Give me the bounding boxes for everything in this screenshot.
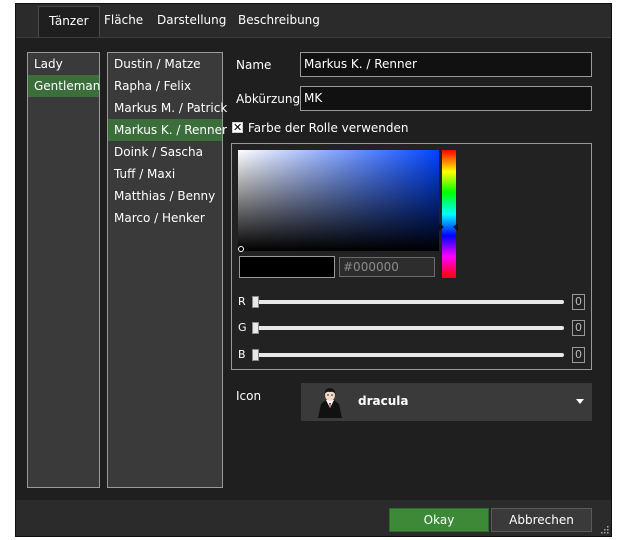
tab-flaeche[interactable]: Fläche [94, 6, 153, 37]
name-label: Name [236, 58, 272, 72]
dialog-window: Tänzer Fläche Darstellung Beschreibung L… [15, 3, 612, 537]
use-role-color-checkbox[interactable]: ✕ [232, 122, 243, 133]
red-slider-track[interactable] [252, 300, 564, 304]
saturation-value-marker[interactable] [238, 246, 244, 252]
dancer-item[interactable]: Rapha / Felix [108, 75, 222, 97]
hue-marker-right[interactable] [453, 223, 458, 231]
hue-slider[interactable] [442, 150, 456, 278]
green-slider-thumb[interactable] [252, 322, 259, 334]
green-value[interactable]: 0 [572, 320, 585, 336]
icon-value: dracula [358, 394, 409, 408]
okay-button[interactable]: Okay [389, 508, 489, 532]
abbreviation-field[interactable]: MK [300, 86, 592, 111]
dancer-item[interactable]: Matthias / Benny [108, 185, 222, 207]
color-preview [239, 256, 335, 278]
blue-label: B [238, 348, 246, 361]
resize-grip-icon[interactable] [599, 524, 609, 534]
saturation-value-area[interactable] [238, 150, 439, 252]
dancer-item[interactable]: Dustin / Matze [108, 53, 222, 75]
dracula-avatar-icon [318, 388, 342, 418]
icon-label: Icon [236, 389, 262, 403]
abbreviation-label: Abkürzung [236, 92, 301, 106]
tab-beschreibung[interactable]: Beschreibung [228, 6, 330, 37]
chevron-down-icon [576, 399, 584, 404]
role-item-gentleman[interactable]: Gentleman [28, 75, 100, 97]
tab-taenzer[interactable]: Tänzer [38, 6, 100, 37]
icon-dropdown[interactable]: dracula [301, 383, 592, 421]
name-field[interactable]: Markus K. / Renner [300, 52, 592, 77]
red-value[interactable]: 0 [572, 294, 585, 310]
tab-content: Lady Gentleman Dustin / Matze Rapha / Fe… [16, 37, 611, 501]
dancer-item-selected[interactable]: Markus K. / Renner [108, 119, 227, 141]
green-slider-track[interactable] [252, 326, 564, 330]
dancer-item[interactable]: Markus M. / Patrick [108, 97, 227, 119]
use-role-color-label: Farbe der Rolle verwenden [248, 121, 409, 135]
hue-marker-left[interactable] [439, 223, 444, 231]
blue-value[interactable]: 0 [572, 347, 585, 363]
red-slider-thumb[interactable] [252, 296, 259, 308]
dancer-item[interactable]: Doink / Sascha [108, 141, 222, 163]
red-label: R [238, 295, 246, 308]
green-label: G [238, 321, 247, 334]
tab-darstellung[interactable]: Darstellung [147, 6, 236, 37]
blue-slider-track[interactable] [252, 353, 564, 357]
hex-color-field[interactable]: #000000 [339, 257, 435, 277]
role-list[interactable]: Lady Gentleman [27, 52, 100, 488]
cancel-button[interactable]: Abbrechen [491, 508, 592, 532]
color-picker: #000000 R 0 G 0 B 0 [231, 143, 592, 370]
blue-slider-thumb[interactable] [252, 349, 259, 361]
role-item-lady[interactable]: Lady [28, 53, 99, 75]
dancer-item[interactable]: Tuff / Maxi [108, 163, 222, 185]
dancer-item[interactable]: Marco / Henker [108, 207, 222, 229]
dialog-footer: Okay Abbrechen [16, 500, 611, 536]
tab-bar: Tänzer Fläche Darstellung Beschreibung [16, 4, 611, 37]
dancer-list[interactable]: Dustin / Matze Rapha / Felix Markus M. /… [107, 52, 227, 488]
